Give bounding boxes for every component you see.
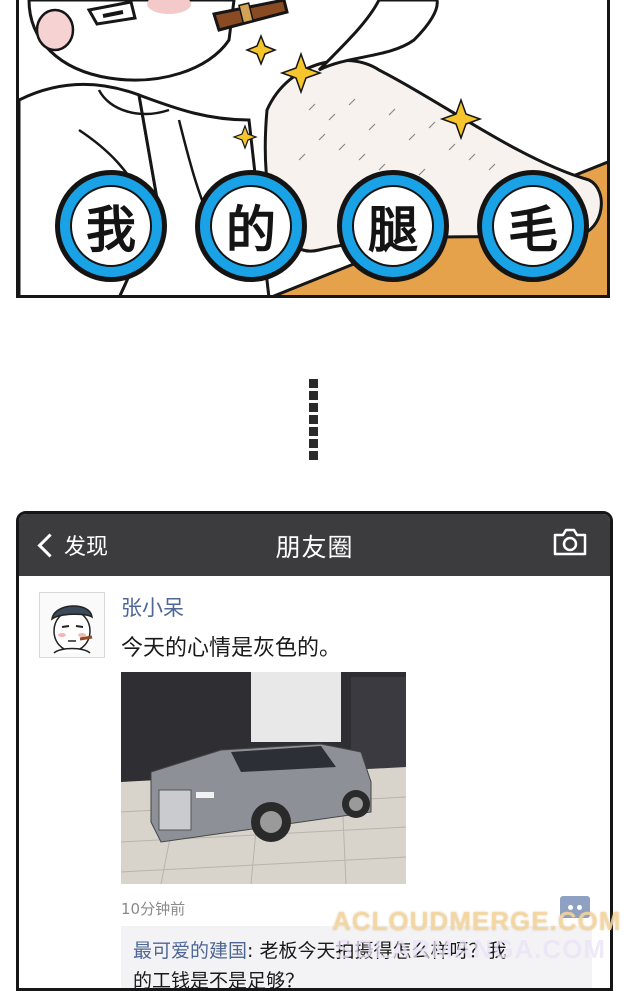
caption-char: 我 [70,185,152,267]
post-time: 10分钟前 [121,900,186,918]
avatar[interactable] [39,592,105,658]
comment-author[interactable]: 最可爱的建国 [133,940,247,962]
nav-bar: 发现 朋友圈 [19,514,610,576]
camera-icon[interactable] [552,528,588,556]
caption-bubble-3: 腿 [337,170,449,282]
caption-char: 毛 [492,185,574,267]
caption-char: 腿 [352,185,434,267]
caption-bubble-2: 的 [195,170,307,282]
comic-panel: 我 的 腿 毛 [16,0,610,298]
post-photo[interactable] [121,672,406,884]
caption-bubble-4: 毛 [477,170,589,282]
page-title: 朋友圈 [275,533,354,562]
post-author[interactable]: 张小呆 [121,592,184,622]
watermark-text-2: SOLARMANGA.COM [335,934,607,964]
caption-bubble-1: 我 [55,170,167,282]
comment-text-line2: 的工钱是不是足够？ [133,970,305,991]
caption-char: 的 [210,185,292,267]
post-text: 今天的心情是灰色的。 [121,636,342,661]
watermark-text: ACLOUDMERGE.COM [332,906,622,936]
vertical-ellipsis-divider [309,379,319,463]
